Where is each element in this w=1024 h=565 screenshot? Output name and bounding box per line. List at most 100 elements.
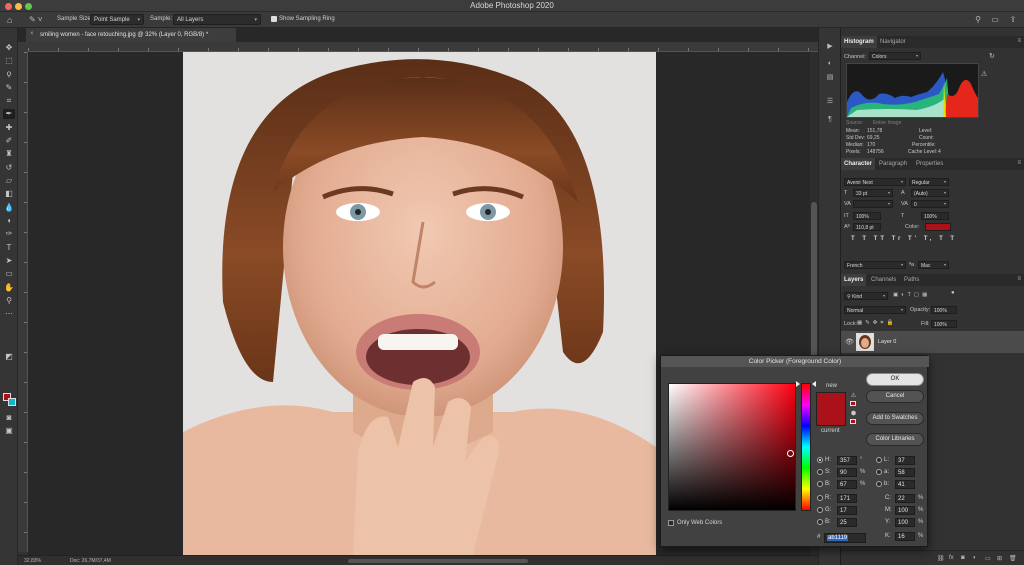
out-of-gamut-warning-icon[interactable]: ⚠ [850,393,857,400]
background-color-swatch[interactable] [8,398,16,406]
layer-filter-kind-select[interactable]: ⚲ Kind ▾ [844,292,888,300]
show-sampling-ring-checkbox[interactable] [271,16,277,22]
current-color-swatch[interactable] [816,409,846,426]
ok-button[interactable]: OK [866,373,924,386]
layer-filter-icons[interactable]: ▣◐T▢▦ [893,292,930,298]
fill-field[interactable]: 100% [931,320,957,328]
eyedropper-tool-preset-icon[interactable]: ✎ ˅ [29,15,43,25]
marquee-tool-icon[interactable]: ⬚ [3,56,15,66]
gamut-swatch[interactable] [850,401,856,406]
panel-menu-icon[interactable]: ≡ [1017,160,1021,166]
tab-properties[interactable]: Properties [913,158,946,170]
link-layers-icon[interactable]: ⛓ [937,555,945,562]
quick-selection-tool-icon[interactable]: ✎ [3,83,15,93]
font-family-select[interactable]: Avenir Next ▾ [844,178,906,186]
filter-toggle-icon[interactable]: ● [951,290,955,296]
play-actions-icon[interactable]: ▶ [825,42,835,51]
baseline-shift-field[interactable]: 110,8 pt [853,223,881,231]
not-web-safe-icon[interactable]: ⬢ [850,411,857,418]
healing-brush-tool-icon[interactable]: ✚ [3,123,15,133]
hue-slider-arrow-left[interactable] [796,381,800,387]
eraser-tool-icon[interactable]: ▱ [3,176,15,186]
eye-icon[interactable]: 👁 [845,338,854,346]
trash-icon[interactable]: 🗑 [1009,555,1017,562]
blend-mode-select[interactable]: Normal ▾ [844,306,906,314]
only-web-colors-checkbox[interactable] [668,520,674,526]
font-style-select[interactable]: Regular ▾ [909,178,949,186]
clone-stamp-tool-icon[interactable]: ♜ [3,149,15,159]
horizontal-scroll-thumb[interactable] [348,559,528,563]
history-brush-tool-icon[interactable]: ↺ [3,163,15,173]
red-radio[interactable] [817,495,823,501]
tab-histogram[interactable]: Histogram [841,36,877,48]
web-safe-swatch[interactable] [850,419,856,424]
text-color-swatch[interactable] [925,223,951,231]
document-image[interactable] [183,52,656,555]
adjustments-icon[interactable]: ◐ [825,59,835,68]
color-field-marker[interactable] [787,450,794,457]
gradient-tool-icon[interactable]: ◧ [3,189,15,199]
leading-field[interactable]: (Auto) ▾ [911,189,949,197]
crop-tool-icon[interactable]: ⌗ [3,96,15,106]
eyedropper-tool-icon[interactable]: ✒ [3,109,15,119]
horizontal-ruler[interactable] [28,42,818,52]
dodge-tool-icon[interactable]: ◖ [3,216,15,226]
quick-mask-icon[interactable]: ◙ [3,413,15,423]
default-colors-icon[interactable]: ◩ [3,352,15,362]
lab-a-input[interactable]: 58 [895,468,915,477]
zoom-level[interactable]: 32,83% [24,558,41,564]
magenta-input[interactable]: 100 [895,506,915,515]
sample-select[interactable]: All Layers ▾ [173,14,261,25]
language-select[interactable]: French ▾ [844,261,906,269]
horizontal-scale-field[interactable]: 100% [921,212,949,220]
adjustment-layer-icon[interactable]: ◐ [973,555,977,561]
hue-slider[interactable] [801,383,811,511]
character-styles-icon[interactable]: ¶ [825,115,835,124]
font-size-field[interactable]: 33 pt ▾ [853,189,893,197]
brightness-input[interactable]: 67 [837,480,857,489]
hand-tool-icon[interactable]: ✋ [3,283,15,293]
lab-l-radio[interactable] [876,457,882,463]
add-mask-icon[interactable]: ◙ [961,555,965,561]
brightness-radio[interactable] [817,481,823,487]
tab-paths[interactable]: Paths [901,274,922,286]
blue-radio[interactable] [817,519,823,525]
panel-menu-icon[interactable]: ≡ [1017,276,1021,282]
panel-menu-icon[interactable]: ≡ [1017,38,1021,44]
search-icon[interactable]: ⚲ [973,15,983,25]
tab-paragraph[interactable]: Paragraph [876,158,910,170]
tab-navigator[interactable]: Navigator [877,36,909,48]
black-input[interactable]: 16 [895,532,915,541]
saturation-input[interactable]: 90 [837,468,857,477]
move-tool-icon[interactable]: ✥ [3,43,15,53]
lab-a-radio[interactable] [876,469,882,475]
layer-style-icon[interactable]: fx [949,555,954,561]
green-input[interactable]: 17 [837,506,857,515]
saturation-radio[interactable] [817,469,823,475]
lab-b-input[interactable]: 41 [895,480,915,489]
type-style-buttons[interactable]: T T TT Tr T' T, T T [851,236,957,242]
add-to-swatches-button[interactable]: Add to Swatches [866,412,924,425]
layer-row[interactable]: 👁 Layer 0 [841,331,1024,353]
hue-slider-arrow-right[interactable] [812,381,816,387]
antialias-select[interactable]: Mac ▾ [918,261,949,269]
home-icon[interactable]: ⌂ [7,15,17,25]
more-tools-icon[interactable]: ⋯ [3,309,15,319]
workspace-icon[interactable]: ▭ [990,15,1000,25]
screen-mode-icon[interactable]: ▣ [3,426,15,436]
vertical-ruler[interactable] [18,52,28,552]
brush-tool-icon[interactable]: ✐ [3,136,15,146]
hue-radio[interactable] [817,457,823,463]
color-field[interactable] [668,383,796,511]
history-icon[interactable]: ☰ [825,97,835,106]
libraries-icon[interactable]: ▤ [825,73,835,82]
zoom-tool-icon[interactable]: ⚲ [3,296,15,306]
share-icon[interactable]: ⇪ [1008,15,1018,25]
blue-input[interactable]: 25 [837,518,857,527]
hex-input[interactable]: ab1119 [824,533,866,543]
yellow-input[interactable]: 100 [895,518,915,527]
lab-l-input[interactable]: 37 [895,456,915,465]
type-tool-icon[interactable]: T [3,243,15,253]
new-layer-icon[interactable]: ⊞ [997,555,1002,562]
path-selection-tool-icon[interactable]: ➤ [3,256,15,266]
